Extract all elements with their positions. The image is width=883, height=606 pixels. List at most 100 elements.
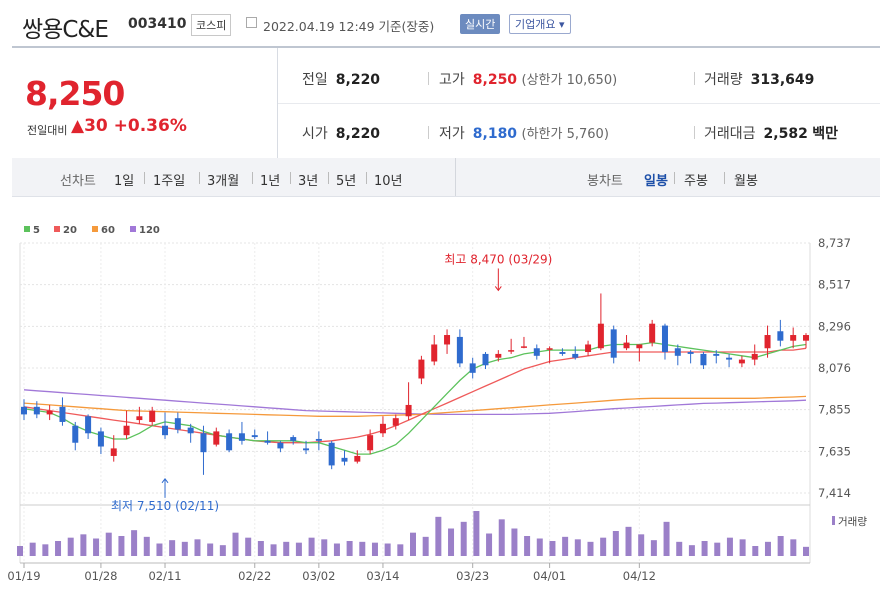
candle-body (187, 427, 194, 434)
change-value: ▲30 +0.36% (71, 116, 187, 136)
candle-body (315, 438, 322, 441)
candle-body (495, 353, 502, 358)
y-tick-label: 7,855 (818, 403, 851, 417)
candle-body (85, 416, 92, 434)
stock-name: 쌍용C&E (22, 17, 109, 43)
legend-label: 60 (101, 225, 115, 236)
candle-body (97, 431, 104, 447)
x-tick-label: 04/12 (623, 569, 656, 583)
y-tick-label: 8,737 (818, 236, 851, 250)
candle-body (687, 352, 694, 354)
candle-body (431, 344, 438, 362)
market-badge: 코스피 (191, 14, 232, 36)
candle-weekly[interactable]: 주봉 (684, 170, 708, 189)
legend-label: 20 (63, 225, 77, 236)
volume-bar (511, 528, 518, 556)
volume-bar (422, 536, 429, 556)
candle-body (277, 442, 284, 449)
period-3y[interactable]: 3년 (298, 170, 318, 189)
low-annotation: 최저 7,510 (02/11) (111, 499, 219, 513)
candle-body (597, 323, 604, 349)
period-1d[interactable]: 1일 (114, 170, 134, 189)
y-tick-label: 7,635 (818, 444, 851, 458)
volume-bar (625, 526, 632, 556)
candle-body (290, 437, 297, 441)
high-price: 고가 8,250 (상한가 10,650) (439, 72, 618, 88)
candle-body (21, 406, 27, 415)
candle-body (777, 331, 784, 341)
candle-body (264, 440, 271, 443)
period-5y[interactable]: 5년 (336, 170, 356, 189)
volume-bar (473, 511, 480, 556)
candle-body (123, 425, 130, 436)
candle-body (354, 455, 361, 462)
volume-bar (371, 542, 378, 556)
trade-amount: 거래대금 2,582 백만 (704, 126, 839, 142)
volume-bar (321, 539, 328, 556)
candle-body (713, 353, 720, 356)
candle-body (33, 406, 40, 415)
candle-body (59, 406, 66, 422)
candle-body (200, 433, 207, 453)
volume-bar (638, 534, 645, 556)
period-1w[interactable]: 1주일 (153, 170, 185, 189)
volume-bar (308, 537, 315, 556)
volume-bar (194, 539, 201, 556)
period-10y[interactable]: 10년 (374, 170, 403, 189)
candle-body (572, 353, 579, 358)
company-info-dropdown[interactable]: 기업개요 ▾ (509, 14, 571, 34)
volume-bar (80, 534, 87, 556)
legend-label: 5 (33, 225, 40, 236)
volume-bar (600, 537, 607, 556)
x-tick-label: 03/14 (366, 569, 399, 583)
volume-bar (333, 543, 340, 556)
y-tick-label: 8,517 (818, 278, 851, 292)
candle-body (405, 404, 412, 417)
volume-bar (359, 541, 366, 556)
candle-body (520, 346, 527, 348)
legend-label: 120 (139, 225, 160, 236)
volume-bar (562, 536, 569, 556)
candle-body (162, 425, 169, 436)
legend-swatch (54, 226, 60, 232)
candle-daily[interactable]: 일봉 (644, 170, 668, 189)
chart-period-toolbar: 선차트 1일 1주일 3개월 1년 3년 5년 10년 봉차트 일봉 주봉 월봉 (12, 158, 880, 197)
change-label: 전일대비 (27, 124, 68, 137)
divider (278, 103, 880, 104)
volume-label: 거래량 (838, 516, 867, 528)
candle-body (136, 416, 143, 421)
volume-bar (384, 543, 391, 556)
period-1y[interactable]: 1년 (260, 170, 280, 189)
legend-swatch (24, 226, 30, 232)
candle-body (764, 335, 771, 349)
period-3m[interactable]: 3개월 (207, 170, 239, 189)
volume-bar (676, 541, 683, 556)
volume-bar (55, 541, 62, 556)
candle-body (585, 344, 592, 353)
volume-bar (143, 536, 150, 556)
datetime-label: 2022.04.19 12:49 기준(장중) (263, 19, 435, 34)
candle-body (46, 410, 53, 415)
candle-monthly[interactable]: 월봉 (734, 170, 758, 189)
realtime-button[interactable]: 실시간 (460, 14, 501, 34)
volume-bar (726, 537, 733, 556)
candle-body (726, 357, 733, 360)
legend-swatch (130, 226, 136, 232)
volume-bar (714, 542, 721, 556)
candle-body (610, 329, 617, 358)
stock-header: 쌍용C&E 003410 코스피 2022.04.19 12:49 기준(장중)… (0, 0, 883, 46)
volume-bar (701, 541, 708, 556)
current-price: 8,250 (25, 74, 125, 113)
candle-body (328, 442, 335, 466)
volume-bar (777, 536, 784, 556)
candle-body (303, 448, 310, 451)
candle-body (213, 431, 220, 445)
volume-legend-swatch (832, 516, 835, 525)
volume-bar (232, 532, 239, 556)
volume-bar (410, 532, 416, 556)
volume-bar (93, 538, 100, 556)
price-summary: 8,250 전일대비 ▲30 +0.36% 전일 8,220 고가 8,250 (상… (12, 46, 880, 160)
volume-bar (574, 539, 581, 556)
volume-bar (295, 542, 302, 556)
candle-body (110, 448, 117, 456)
